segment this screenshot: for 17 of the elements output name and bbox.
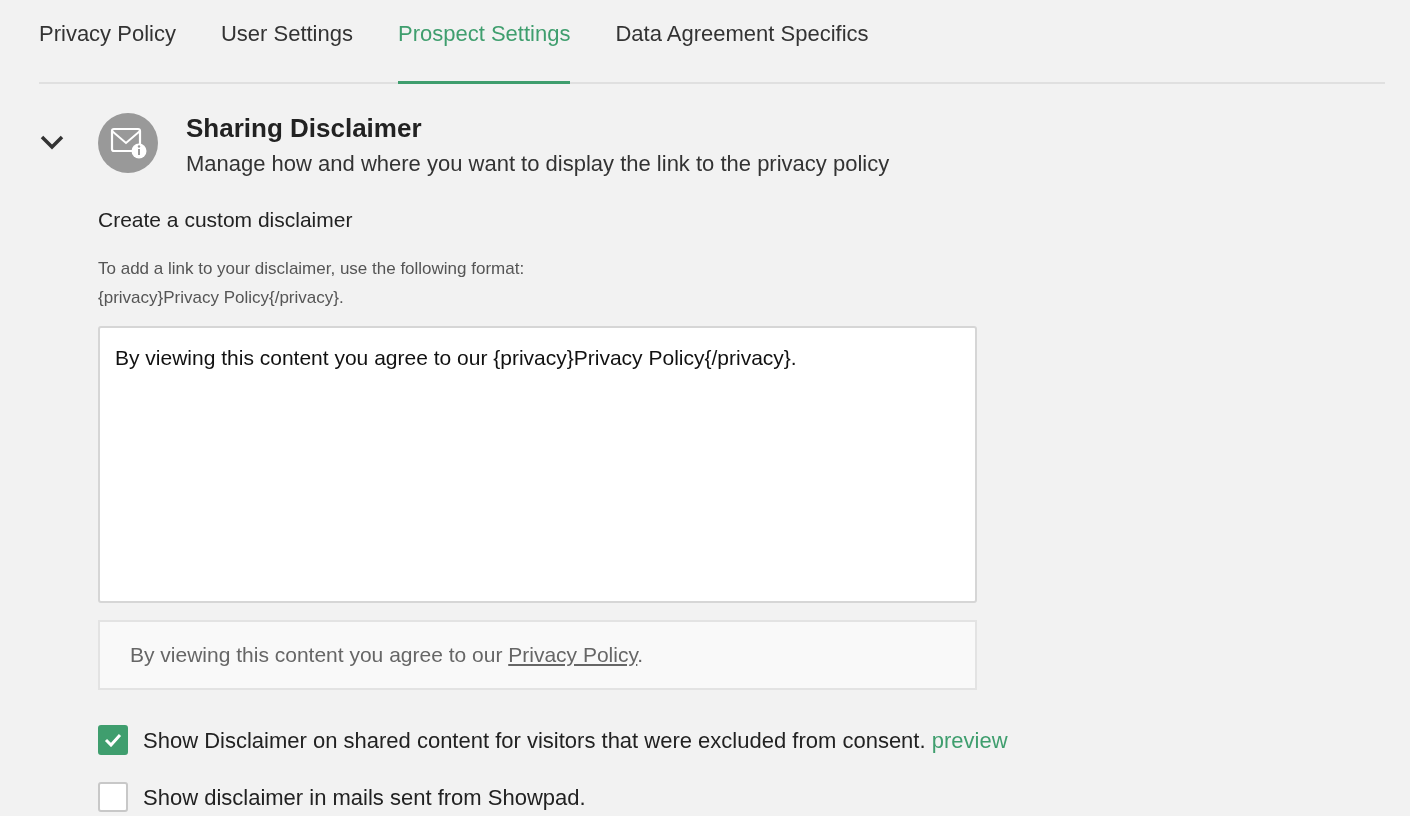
tab[interactable]: Data Agreement Specifics (615, 0, 869, 84)
checkbox[interactable] (98, 725, 128, 755)
mail-info-icon (98, 113, 158, 173)
section-subtitle: Manage how and where you want to display the link to the privacy policy (186, 150, 890, 178)
help-text: {privacy}Privacy Policy{/privacy}. (98, 286, 345, 309)
preview-text: By viewing this content you agree to our Privacy Policy. (130, 641, 644, 668)
checkbox[interactable] (98, 782, 128, 812)
disclaimer-textarea[interactable]: By viewing this content you agree to our {privacy}Privacy Policy{/privacy}. (98, 325, 977, 603)
tab[interactable]: User Settings (220, 0, 353, 84)
checkbox-label: Show disclaimer in mails sent from Showpad. (143, 783, 586, 812)
field-label: Create a custom disclaimer (98, 207, 354, 233)
checkbox-label: Show Disclaimer on shared content for visitors that were excluded from consent. preview (143, 726, 1008, 755)
checkmark-icon (104, 733, 122, 747)
section-title: Sharing Disclaimer (186, 113, 423, 143)
tab[interactable]: Privacy Policy (39, 0, 176, 84)
privacy-policy-link[interactable]: Privacy Policy (508, 642, 638, 666)
help-text: To add a link to your disclaimer, use the following format: (98, 257, 526, 280)
